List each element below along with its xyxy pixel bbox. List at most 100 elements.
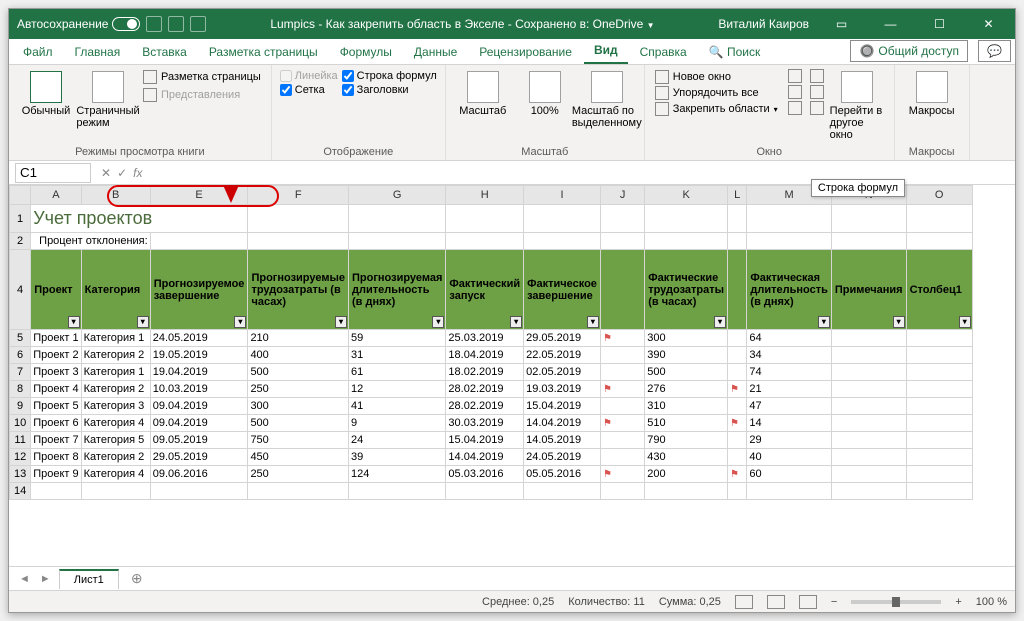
cell[interactable]: 74 — [747, 364, 831, 381]
filter-icon[interactable]: ▾ — [335, 316, 347, 328]
cell[interactable] — [906, 398, 972, 415]
cell[interactable]: 34 — [747, 347, 831, 364]
cell[interactable] — [348, 205, 445, 233]
col-header[interactable]: H — [446, 186, 524, 205]
qat-undo-icon[interactable] — [168, 16, 184, 32]
tab-review[interactable]: Рецензирование — [469, 40, 582, 64]
comments-button[interactable]: 💬 — [978, 40, 1011, 62]
view-break-icon[interactable] — [799, 595, 817, 609]
row-header[interactable]: 12 — [10, 449, 31, 466]
arrange-all-cmd[interactable]: Упорядочить все — [653, 85, 780, 101]
cell[interactable] — [31, 483, 81, 500]
view-side-icon[interactable] — [810, 69, 824, 83]
cell[interactable]: 250 — [248, 381, 349, 398]
cell[interactable]: 05.05.2016 — [524, 466, 601, 483]
cell[interactable]: Категория 1 — [81, 330, 150, 347]
cell[interactable]: 250 — [248, 466, 349, 483]
cell[interactable]: 124 — [348, 466, 445, 483]
cell[interactable]: 12 — [348, 381, 445, 398]
cell[interactable]: Категория 2 — [81, 381, 150, 398]
tab-file[interactable]: Файл — [13, 40, 63, 64]
cell[interactable]: 05.03.2016 — [446, 466, 524, 483]
cell[interactable]: Категория 1 — [81, 364, 150, 381]
cell[interactable] — [906, 330, 972, 347]
cell[interactable] — [728, 432, 747, 449]
zoom-slider[interactable] — [851, 600, 941, 604]
view-pagebreak-button[interactable]: Страничный режим — [79, 69, 137, 131]
cell[interactable] — [348, 483, 445, 500]
view-normal-button[interactable]: Обычный — [17, 69, 75, 119]
row-header[interactable]: 7 — [10, 364, 31, 381]
cell[interactable] — [446, 205, 524, 233]
worksheet-grid[interactable]: A В E F G H I J K L M N O 1Учет проектов… — [9, 185, 1015, 566]
cancel-icon[interactable]: ✕ — [101, 166, 111, 180]
new-window-cmd[interactable]: Новое окно — [653, 69, 780, 85]
cell[interactable]: 14.04.2019 — [446, 449, 524, 466]
table-header-cell[interactable] — [728, 250, 747, 330]
cell[interactable] — [831, 432, 906, 449]
cell[interactable]: Проект 7 — [31, 432, 81, 449]
tab-help[interactable]: Справка — [630, 40, 697, 64]
cell[interactable]: Проект 6 — [31, 415, 81, 432]
row-header[interactable]: 5 — [10, 330, 31, 347]
sync-scroll-icon[interactable] — [810, 85, 824, 99]
hide-icon[interactable] — [788, 85, 802, 99]
ruler-checkbox[interactable]: Линейка — [280, 69, 338, 83]
cell[interactable]: 510 — [645, 415, 728, 432]
col-header[interactable]: F — [248, 186, 349, 205]
confirm-icon[interactable]: ✓ — [117, 166, 127, 180]
tab-view[interactable]: Вид — [584, 38, 628, 64]
reset-pos-icon[interactable] — [810, 101, 824, 115]
filter-icon[interactable]: ▾ — [587, 316, 599, 328]
cell[interactable] — [150, 483, 248, 500]
row-header[interactable]: 4 — [10, 250, 31, 330]
cell[interactable]: 450 — [248, 449, 349, 466]
cell[interactable] — [248, 483, 349, 500]
row-header[interactable]: 2 — [10, 233, 31, 250]
cell[interactable] — [524, 233, 601, 250]
row-header[interactable]: 14 — [10, 483, 31, 500]
cell[interactable]: Категория 4 — [81, 415, 150, 432]
cell[interactable]: 19.03.2019 — [524, 381, 601, 398]
table-header-cell[interactable]: Прогнозируемое завершение▾ — [150, 250, 248, 330]
sheet-nav-next[interactable]: ► — [38, 573, 53, 585]
row-header[interactable]: 13 — [10, 466, 31, 483]
filter-icon[interactable]: ▾ — [137, 316, 149, 328]
cell[interactable]: ⚑ — [600, 381, 644, 398]
cell[interactable]: 400 — [248, 347, 349, 364]
cell[interactable]: 39 — [348, 449, 445, 466]
cell[interactable]: 09.04.2019 — [150, 398, 248, 415]
zoom-out[interactable]: − — [831, 596, 837, 608]
cell[interactable] — [831, 364, 906, 381]
cell[interactable] — [248, 205, 349, 233]
cell[interactable] — [906, 449, 972, 466]
cell[interactable] — [150, 233, 248, 250]
minimize-button[interactable]: — — [868, 9, 913, 39]
tab-data[interactable]: Данные — [404, 40, 467, 64]
cell[interactable]: 29.05.2019 — [524, 330, 601, 347]
cell[interactable] — [831, 449, 906, 466]
col-header[interactable]: I — [524, 186, 601, 205]
cell[interactable]: 790 — [645, 432, 728, 449]
table-header-cell[interactable]: Фактический запуск▾ — [446, 250, 524, 330]
col-header[interactable]: A — [31, 186, 81, 205]
cell[interactable]: 500 — [645, 364, 728, 381]
row-header[interactable]: 8 — [10, 381, 31, 398]
filter-icon[interactable]: ▾ — [714, 316, 726, 328]
cell[interactable]: 18.04.2019 — [446, 347, 524, 364]
cell[interactable]: 210 — [248, 330, 349, 347]
cell[interactable]: 14.04.2019 — [524, 415, 601, 432]
row-header[interactable]: 11 — [10, 432, 31, 449]
cell[interactable] — [446, 483, 524, 500]
filter-icon[interactable]: ▾ — [432, 316, 444, 328]
cell[interactable]: Проект 5 — [31, 398, 81, 415]
cell[interactable] — [600, 483, 644, 500]
cell[interactable]: 31 — [348, 347, 445, 364]
table-header-cell[interactable]: Прогнозируемая длительность (в днях)▾ — [348, 250, 445, 330]
cell[interactable] — [600, 449, 644, 466]
cell[interactable]: 24 — [348, 432, 445, 449]
cell[interactable]: 21 — [747, 381, 831, 398]
formulabar-checkbox[interactable]: Строка формул — [342, 69, 437, 83]
ribbon-options-icon[interactable]: ▭ — [819, 9, 864, 39]
cell[interactable] — [728, 205, 747, 233]
